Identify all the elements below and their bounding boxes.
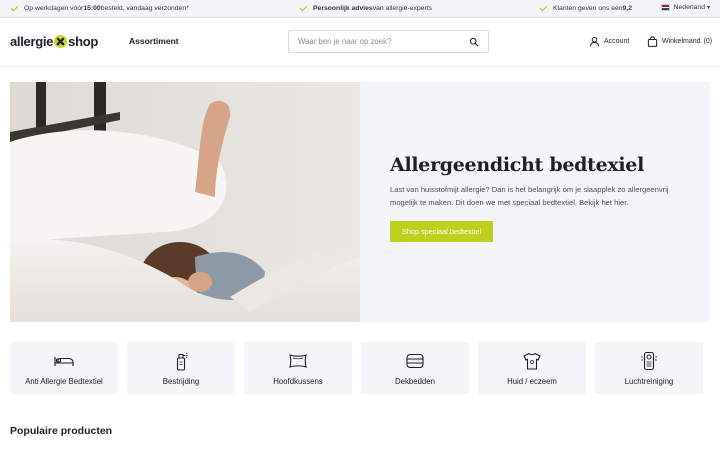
category-label: Dekbedden bbox=[395, 377, 435, 386]
tshirt-icon bbox=[523, 352, 541, 370]
check-icon bbox=[539, 5, 548, 12]
nav-assortiment[interactable]: Assortiment bbox=[129, 36, 179, 46]
hero-banner: Allergeendicht bedtexiel Last van huisst… bbox=[10, 82, 710, 322]
usp-rating: Klanten geven ons een 9,2 bbox=[539, 4, 632, 13]
logo-mark-icon bbox=[54, 35, 68, 48]
usp-rating-score: 9,2 bbox=[622, 5, 632, 12]
language-label: Nederland bbox=[673, 4, 705, 11]
category-tile[interactable]: Dekbedden bbox=[361, 342, 469, 394]
usp-shipping-time: 15:00 bbox=[83, 5, 101, 12]
category-label: Luchtreiniging bbox=[624, 377, 674, 386]
site-header: allergie shop Assortiment Account Winkel… bbox=[0, 19, 720, 67]
shop-bedtextiel-button[interactable]: Shop speciaal bedtextiel bbox=[390, 221, 494, 242]
cart-label: Winkelmand bbox=[662, 38, 701, 45]
category-label: Bestrijding bbox=[162, 377, 200, 386]
usp-shipping: Op werkdagen vóór 15:00 besteld, vandaag… bbox=[10, 4, 189, 13]
language-selector[interactable]: Nederland ▾ bbox=[660, 4, 710, 11]
usp-rating-pre: Klanten geven ons een bbox=[553, 5, 623, 12]
logo-text-left: allergie bbox=[10, 34, 54, 49]
check-icon bbox=[10, 5, 19, 12]
shopping-bag-icon bbox=[647, 36, 658, 47]
usp-advice: Persoonlijk advies van allergie-experts bbox=[299, 4, 432, 13]
hero-title: Allergeendicht bedtexiel bbox=[390, 154, 645, 176]
logo-text-right: shop bbox=[68, 34, 98, 49]
category-label: Hoofdkussens bbox=[273, 377, 323, 386]
category-tile[interactable]: Huid / eczeem bbox=[478, 342, 586, 394]
category-tile[interactable]: Luchtreiniging bbox=[595, 342, 703, 394]
category-tiles: Anti Allergie Bedtextiel Bestrijding Hoo… bbox=[10, 342, 710, 394]
popular-products-title: Populaire producten bbox=[10, 425, 113, 437]
duvet-icon bbox=[406, 353, 424, 369]
category-tile[interactable]: Hoofdkussens bbox=[244, 342, 352, 394]
pillow-icon bbox=[289, 354, 307, 368]
account-link[interactable]: Account bbox=[589, 36, 629, 47]
check-icon bbox=[299, 5, 308, 12]
category-tile[interactable]: Bestrijding bbox=[127, 342, 235, 394]
hero-description: Last van huisstofmijt allergie? Dan is h… bbox=[390, 185, 669, 207]
cart-link[interactable]: Winkelmand (0) bbox=[647, 36, 712, 47]
bed-icon bbox=[54, 357, 74, 366]
category-tile[interactable]: Anti Allergie Bedtextiel bbox=[10, 342, 118, 394]
category-label: Huid / eczeem bbox=[507, 377, 557, 386]
category-label: Anti Allergie Bedtextiel bbox=[25, 377, 103, 386]
air-purifier-icon bbox=[641, 351, 657, 371]
hero-content: Allergeendicht bedtexiel Last van huisst… bbox=[390, 154, 690, 242]
usp-bar: Op werkdagen vóór 15:00 besteld, vandaag… bbox=[0, 0, 720, 18]
user-icon bbox=[589, 36, 600, 47]
account-label: Account bbox=[604, 38, 630, 45]
usp-shipping-pre: Op werkdagen vóór bbox=[24, 5, 84, 12]
cart-count: (0) bbox=[703, 38, 713, 45]
netherlands-flag-icon bbox=[660, 4, 670, 11]
hero-image bbox=[10, 82, 360, 322]
chevron-down-icon: ▾ bbox=[706, 5, 710, 11]
site-logo[interactable]: allergie shop bbox=[10, 34, 98, 49]
spray-icon bbox=[176, 352, 188, 371]
usp-advice-post: van allergie-experts bbox=[372, 5, 433, 12]
search-box bbox=[288, 30, 489, 53]
usp-advice-bold: Persoonlijk advies bbox=[313, 5, 373, 12]
search-input[interactable] bbox=[289, 31, 459, 52]
usp-shipping-post: besteld, vandaag verzonden* bbox=[100, 5, 189, 12]
search-icon[interactable] bbox=[469, 37, 479, 47]
